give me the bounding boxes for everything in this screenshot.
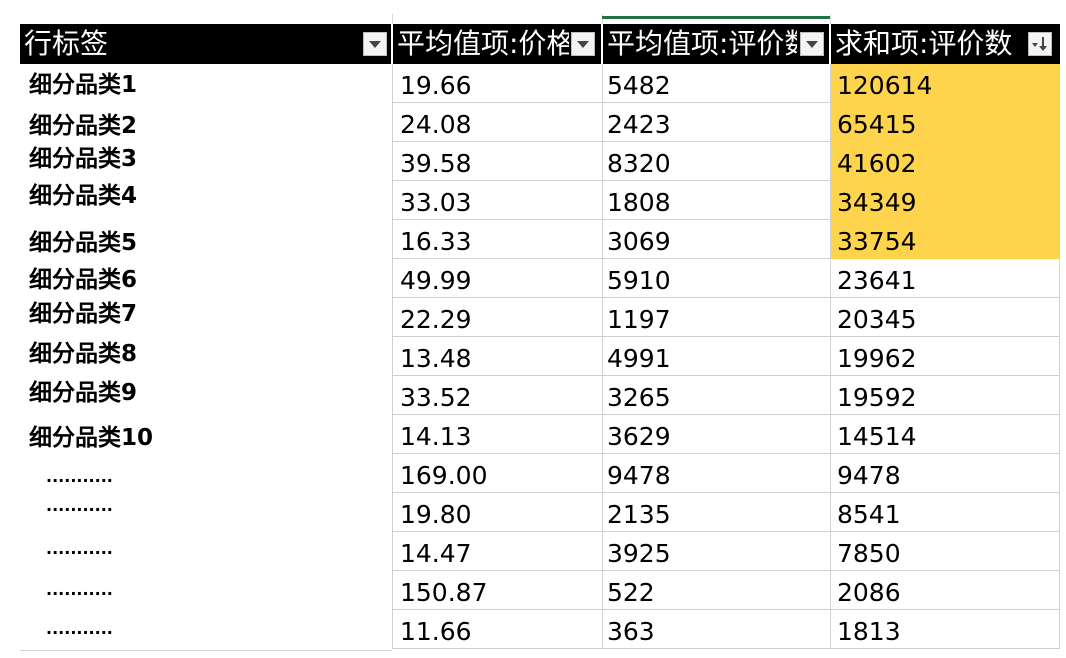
sum-review-count-cell[interactable]: 19592 (830, 376, 1060, 415)
avg-price-cell[interactable]: 24.08 (392, 103, 602, 142)
table-row: ........... 169.00 9478 9478 (20, 454, 1060, 493)
sum-review-count-cell[interactable]: 33754 (830, 220, 1060, 259)
row-label-cell[interactable]: ........... (20, 610, 392, 649)
table-row: 细分品类4 33.03 1808 34349 (20, 181, 1060, 220)
sum-review-count-cell[interactable]: 1813 (830, 610, 1060, 649)
avg-review-count-cell[interactable]: 363 (602, 610, 830, 649)
avg-price-cell[interactable]: 19.80 (392, 493, 602, 532)
sum-review-count-cell[interactable]: 8541 (830, 493, 1060, 532)
table-row: 细分品类3 39.58 8320 41602 (20, 142, 1060, 181)
row-label-cell[interactable]: ........... (20, 532, 392, 571)
row-label-cell[interactable]: 细分品类5 (20, 220, 392, 259)
column-boundary (830, 14, 831, 24)
row-label-cell[interactable]: 细分品类2 (20, 103, 392, 142)
row-label-cell[interactable]: 细分品类6 (20, 259, 392, 298)
pivot-table: 行标签 平均值项:价格 平均值项:评价数 求和项:评价数 细分品类1 19.66 5… (20, 14, 1060, 654)
table-row: 细分品类8 13.48 4991 19962 (20, 337, 1060, 376)
dropdown-arrow-icon (577, 41, 589, 48)
avg-price-filter-button[interactable] (571, 32, 595, 56)
avg-review-count-cell[interactable]: 1197 (602, 298, 830, 337)
row-label-cell[interactable]: ........... (20, 454, 392, 493)
avg-review-count-cell[interactable]: 5482 (602, 64, 830, 103)
avg-review-count-cell[interactable]: 1808 (602, 181, 830, 220)
sum-review-count-cell[interactable]: 7850 (830, 532, 1060, 571)
sum-review-count-cell[interactable]: 23641 (830, 259, 1060, 298)
avg-price-cell[interactable]: 14.13 (392, 415, 602, 454)
sum-review-count-cell[interactable]: 34349 (830, 181, 1060, 220)
sum-review-count-cell[interactable]: 120614 (830, 64, 1060, 103)
avg-review-count-cell[interactable]: 2135 (602, 493, 830, 532)
sum-review-count-cell[interactable]: 41602 (830, 142, 1060, 181)
avg-price-cell[interactable]: 16.33 (392, 220, 602, 259)
table-row: 细分品类9 33.52 3265 19592 (20, 376, 1060, 415)
avg-review-count-cell[interactable]: 4991 (602, 337, 830, 376)
sum-review-count-cell[interactable]: 20345 (830, 298, 1060, 337)
pivot-header-row: 行标签 平均值项:价格 平均值项:评价数 求和项:评价数 (20, 24, 1060, 64)
row-label-cell[interactable]: 细分品类10 (20, 415, 392, 454)
row-label-cell[interactable]: ........... (20, 493, 392, 532)
sum-review-count-header: 求和项:评价数 (835, 27, 1013, 60)
avg-review-count-cell[interactable]: 9478 (602, 454, 830, 493)
table-row: ........... 19.80 2135 8541 (20, 493, 1060, 532)
avg-review-count-cell[interactable]: 3069 (602, 220, 830, 259)
row-label-cell[interactable]: 细分品类9 (20, 376, 392, 415)
row-label-cell[interactable]: 细分品类3 (20, 142, 392, 181)
row-labels-filter-button[interactable] (363, 32, 387, 56)
table-row: ........... 11.66 363 1813 (20, 610, 1060, 649)
table-row: 细分品类5 16.33 3069 33754 (20, 220, 1060, 259)
avg-review-count-header: 平均值项:评价数 (607, 27, 797, 60)
row-label-cell[interactable]: 细分品类8 (20, 337, 392, 376)
sort-descending-icon (1032, 37, 1047, 51)
avg-review-count-cell[interactable]: 3925 (602, 532, 830, 571)
row-label-cell[interactable]: 细分品类4 (20, 181, 392, 220)
sum-review-count-cell[interactable]: 65415 (830, 103, 1060, 142)
sum-review-count-cell[interactable]: 9478 (830, 454, 1060, 493)
avg-price-cell[interactable]: 49.99 (392, 259, 602, 298)
sum-review-count-sort-button[interactable] (1028, 32, 1052, 56)
table-row: ........... 14.47 3925 7850 (20, 532, 1060, 571)
sum-review-count-cell[interactable]: 2086 (830, 571, 1060, 610)
avg-price-cell[interactable]: 39.58 (392, 142, 602, 181)
selected-column-indicator (602, 16, 830, 19)
sum-review-count-cell[interactable]: 19962 (830, 337, 1060, 376)
avg-price-cell[interactable]: 169.00 (392, 454, 602, 493)
avg-review-count-cell[interactable]: 2423 (602, 103, 830, 142)
table-row: ........... 150.87 522 2086 (20, 571, 1060, 610)
avg-price-cell[interactable]: 14.47 (392, 532, 602, 571)
table-row: 细分品类7 22.29 1197 20345 (20, 298, 1060, 337)
avg-price-header: 平均值项:价格 (397, 27, 569, 60)
avg-price-cell[interactable]: 13.48 (392, 337, 602, 376)
avg-price-cell[interactable]: 33.03 (392, 181, 602, 220)
table-row: 细分品类10 14.13 3629 14514 (20, 415, 1060, 454)
avg-review-count-cell[interactable]: 5910 (602, 259, 830, 298)
avg-review-count-cell[interactable]: 3265 (602, 376, 830, 415)
dropdown-arrow-icon (369, 41, 381, 48)
dropdown-arrow-icon (806, 41, 818, 48)
avg-review-count-cell[interactable]: 522 (602, 571, 830, 610)
avg-review-count-cell[interactable]: 8320 (602, 142, 830, 181)
table-row: 细分品类6 49.99 5910 23641 (20, 259, 1060, 298)
avg-price-cell[interactable]: 33.52 (392, 376, 602, 415)
bottom-border (20, 650, 392, 651)
row-label-cell[interactable]: 细分品类1 (20, 64, 392, 103)
row-label-cell[interactable]: ........... (20, 571, 392, 610)
avg-review-count-filter-button[interactable] (800, 32, 824, 56)
avg-price-cell[interactable]: 19.66 (392, 64, 602, 103)
row-label-cell[interactable]: 细分品类7 (20, 298, 392, 337)
sum-review-count-cell[interactable]: 14514 (830, 415, 1060, 454)
row-labels-header: 行标签 (24, 27, 109, 60)
avg-price-cell[interactable]: 150.87 (392, 571, 602, 610)
avg-price-cell[interactable]: 11.66 (392, 610, 602, 649)
avg-price-cell[interactable]: 22.29 (392, 298, 602, 337)
table-row: 细分品类2 24.08 2423 65415 (20, 103, 1060, 142)
avg-review-count-cell[interactable]: 3629 (602, 415, 830, 454)
table-row: 细分品类1 19.66 5482 120614 (20, 64, 1060, 103)
